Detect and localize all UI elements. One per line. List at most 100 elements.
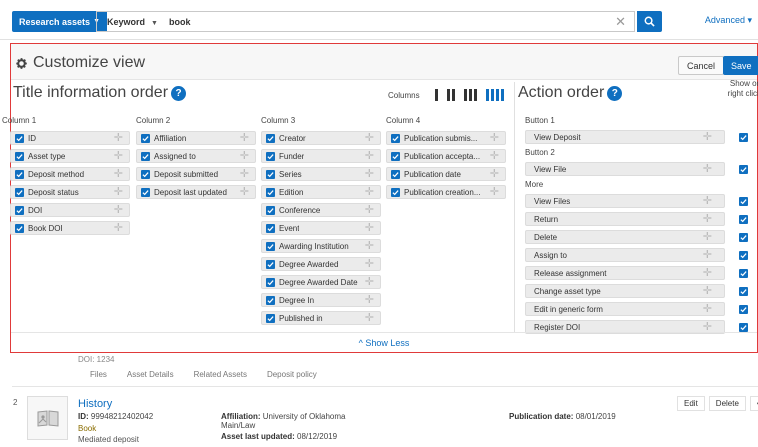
drag-handle-icon[interactable]: ✛	[365, 150, 374, 162]
right-click-checkbox[interactable]	[739, 305, 748, 314]
drag-handle-icon[interactable]: ✛	[490, 150, 499, 162]
right-click-checkbox[interactable]	[739, 233, 748, 242]
action-chip[interactable]: View Files ✛	[525, 194, 725, 208]
book-thumbnail[interactable]	[27, 396, 68, 440]
field-chip[interactable]: DOI ✛	[10, 203, 130, 217]
drag-handle-icon[interactable]: ✛	[490, 132, 499, 144]
right-click-checkbox[interactable]	[739, 133, 748, 142]
drag-handle-icon[interactable]: ✛	[490, 168, 499, 180]
field-chip[interactable]: Conference ✛	[261, 203, 381, 217]
action-chip[interactable]: View Deposit ✛	[525, 130, 725, 144]
drag-handle-icon[interactable]: ✛	[365, 312, 374, 324]
result-tab[interactable]: Asset Details	[127, 370, 174, 379]
field-chip[interactable]: Publication creation... ✛	[386, 185, 506, 199]
action-chip[interactable]: Edit in generic form ✛	[525, 302, 725, 316]
field-chip[interactable]: Affiliation ✛	[136, 131, 256, 145]
result-tab[interactable]: Related Assets	[194, 370, 247, 379]
drag-handle-icon[interactable]: ✛	[365, 240, 374, 252]
field-chip[interactable]: Published in ✛	[261, 311, 381, 325]
field-checkbox[interactable]	[15, 187, 24, 197]
drag-handle-icon[interactable]: ✛	[114, 204, 123, 216]
drag-handle-icon[interactable]: ✛	[703, 163, 712, 175]
right-click-checkbox[interactable]	[739, 197, 748, 206]
drag-handle-icon[interactable]: ✛	[365, 276, 374, 288]
field-checkbox[interactable]	[266, 187, 275, 197]
right-click-checkbox[interactable]	[739, 251, 748, 260]
drag-handle-icon[interactable]: ✛	[703, 195, 712, 207]
scope-dropdown-button[interactable]: Research assets ▼	[12, 11, 107, 32]
field-chip[interactable]: Deposit status ✛	[10, 185, 130, 199]
field-checkbox[interactable]	[266, 241, 275, 251]
action-chip[interactable]: Return ✛	[525, 212, 725, 226]
right-click-checkbox[interactable]	[739, 323, 748, 332]
drag-handle-icon[interactable]: ✛	[114, 150, 123, 162]
show-less-link[interactable]: ^ Show Less	[11, 338, 757, 348]
one-column-icon[interactable]	[435, 89, 438, 101]
field-checkbox[interactable]	[266, 259, 275, 269]
field-checkbox[interactable]	[266, 151, 275, 161]
edit-button[interactable]: Edit	[677, 396, 705, 411]
field-chip[interactable]: Event ✛	[261, 221, 381, 235]
field-chip[interactable]: Degree In ✛	[261, 293, 381, 307]
field-chip[interactable]: Publication submis... ✛	[386, 131, 506, 145]
field-checkbox[interactable]	[391, 151, 400, 161]
field-chip[interactable]: Funder ✛	[261, 149, 381, 163]
drag-handle-icon[interactable]: ✛	[114, 186, 123, 198]
field-checkbox[interactable]	[15, 223, 24, 233]
field-chip[interactable]: Degree Awarded Date ✛	[261, 275, 381, 289]
field-checkbox[interactable]	[391, 133, 400, 143]
field-checkbox[interactable]	[15, 169, 24, 179]
drag-handle-icon[interactable]: ✛	[365, 294, 374, 306]
drag-handle-icon[interactable]: ✛	[703, 303, 712, 315]
field-checkbox[interactable]	[15, 205, 24, 215]
advanced-search-link[interactable]: Advanced ▾	[705, 15, 752, 26]
right-click-checkbox[interactable]	[739, 287, 748, 296]
field-checkbox[interactable]	[266, 169, 275, 179]
field-checkbox[interactable]	[266, 313, 275, 323]
field-checkbox[interactable]	[15, 151, 24, 161]
drag-handle-icon[interactable]: ✛	[240, 168, 249, 180]
field-checkbox[interactable]	[266, 295, 275, 305]
drag-handle-icon[interactable]: ✛	[365, 168, 374, 180]
field-chip[interactable]: Publication accepta... ✛	[386, 149, 506, 163]
search-button[interactable]	[637, 11, 662, 32]
field-chip[interactable]: Degree Awarded ✛	[261, 257, 381, 271]
right-click-checkbox[interactable]	[739, 215, 748, 224]
field-checkbox[interactable]	[391, 169, 400, 179]
action-chip[interactable]: Release assignment ✛	[525, 266, 725, 280]
drag-handle-icon[interactable]: ✛	[114, 132, 123, 144]
right-click-checkbox[interactable]	[739, 165, 748, 174]
field-checkbox[interactable]	[141, 133, 150, 143]
field-checkbox[interactable]	[266, 205, 275, 215]
three-columns-icon[interactable]	[464, 89, 477, 101]
field-checkbox[interactable]	[391, 187, 400, 197]
field-chip[interactable]: ID ✛	[10, 131, 130, 145]
field-checkbox[interactable]	[266, 277, 275, 287]
field-chip[interactable]: Book DOI ✛	[10, 221, 130, 235]
two-columns-icon[interactable]	[447, 89, 455, 101]
field-chip[interactable]: Awarding Institution ✛	[261, 239, 381, 253]
field-chip[interactable]: Series ✛	[261, 167, 381, 181]
drag-handle-icon[interactable]: ✛	[240, 186, 249, 198]
field-chip[interactable]: Assigned to ✛	[136, 149, 256, 163]
drag-handle-icon[interactable]: ✛	[490, 186, 499, 198]
drag-handle-icon[interactable]: ✛	[703, 267, 712, 279]
field-checkbox[interactable]	[266, 223, 275, 233]
field-chip[interactable]: Edition ✛	[261, 185, 381, 199]
action-chip[interactable]: View File ✛	[525, 162, 725, 176]
drag-handle-icon[interactable]: ✛	[240, 150, 249, 162]
drag-handle-icon[interactable]: ✛	[365, 222, 374, 234]
field-chip[interactable]: Deposit last updated ✛	[136, 185, 256, 199]
clear-icon[interactable]: ✕	[615, 14, 626, 30]
save-button[interactable]: Save	[723, 56, 758, 75]
field-chip[interactable]: Deposit method ✛	[10, 167, 130, 181]
result-tab[interactable]: Deposit policy	[267, 370, 317, 379]
more-actions-button[interactable]: •••	[749, 396, 758, 411]
action-chip[interactable]: Change asset type ✛	[525, 284, 725, 298]
drag-handle-icon[interactable]: ✛	[365, 132, 374, 144]
field-chip[interactable]: Asset type ✛	[10, 149, 130, 163]
drag-handle-icon[interactable]: ✛	[365, 258, 374, 270]
field-checkbox[interactable]	[141, 187, 150, 197]
drag-handle-icon[interactable]: ✛	[365, 186, 374, 198]
field-checkbox[interactable]	[15, 133, 24, 143]
